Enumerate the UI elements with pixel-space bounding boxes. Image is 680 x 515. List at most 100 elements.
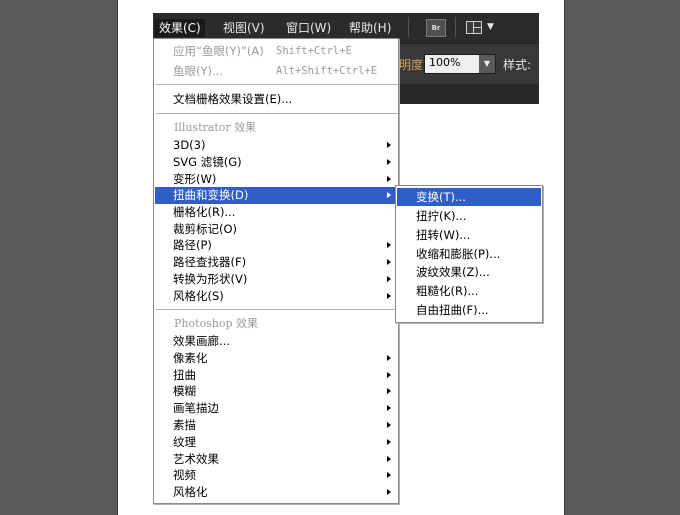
opacity-field[interactable]: 100% ▼ bbox=[424, 54, 496, 74]
menu-item-label: 应用“鱼眼(Y)”(A) bbox=[173, 44, 264, 58]
menu-item-blur[interactable]: 模糊 bbox=[155, 383, 398, 400]
illustrator-effects-header: Illustrator 效果 bbox=[174, 121, 257, 134]
chevron-right-icon bbox=[387, 276, 391, 282]
submenu-item-tweak[interactable]: 扭拧(K)... bbox=[397, 207, 541, 225]
chevron-right-icon bbox=[387, 259, 391, 265]
menu-item-label: 路径查找器(F) bbox=[173, 255, 247, 269]
effect-menu: 应用“鱼眼(Y)”(A) Shift+Ctrl+E 鱼眼(Y)... Alt+S… bbox=[153, 38, 399, 504]
chevron-right-icon bbox=[387, 159, 391, 165]
submenu-item-transform[interactable]: 变换(T)... bbox=[397, 188, 541, 206]
menu-item-last-effect[interactable]: 鱼眼(Y)... Alt+Shift+Ctrl+E bbox=[155, 63, 398, 80]
chevron-right-icon bbox=[387, 422, 391, 428]
menu-item-crop-marks[interactable]: 裁剪标记(O) bbox=[155, 221, 398, 238]
menu-item-rasterize[interactable]: 栅格化(R)... bbox=[155, 204, 398, 221]
menu-item-label: 扭曲和变换(D) bbox=[173, 188, 249, 202]
bridge-button[interactable]: Br bbox=[426, 19, 446, 37]
menu-item-label: 画笔描边 bbox=[173, 401, 219, 415]
submenu-item-free-distort[interactable]: 自由扭曲(F)... bbox=[397, 301, 541, 319]
caret-down-icon[interactable]: ▼ bbox=[487, 22, 494, 32]
menu-item-label: 风格化(S) bbox=[173, 289, 224, 303]
menu-item-label: SVG 滤镜(G) bbox=[173, 155, 242, 169]
menu-item-label: 扭转(W)... bbox=[416, 228, 471, 242]
chevron-right-icon bbox=[387, 372, 391, 378]
menu-item-label: 文档栅格效果设置(E)... bbox=[173, 92, 293, 106]
menu-view[interactable]: 视图(V) bbox=[219, 19, 269, 37]
menu-item-brush-strokes[interactable]: 画笔描边 bbox=[155, 400, 398, 417]
chevron-right-icon bbox=[387, 192, 391, 198]
menu-item-label: 效果画廊... bbox=[173, 334, 230, 348]
chevron-right-icon bbox=[387, 472, 391, 478]
menu-item-label: 变换(T)... bbox=[416, 190, 466, 204]
chevron-right-icon bbox=[387, 142, 391, 148]
menu-item-label: 纹理 bbox=[173, 435, 196, 449]
caret-down-icon[interactable]: ▼ bbox=[479, 55, 495, 73]
menu-item-label: 扭拧(K)... bbox=[416, 209, 467, 223]
distort-transform-submenu: 变换(T)... 扭拧(K)... 扭转(W)... 收缩和膨胀(P)... 波… bbox=[395, 185, 543, 323]
menu-item-pixelate[interactable]: 像素化 bbox=[155, 350, 398, 367]
menu-item-label: 变形(W) bbox=[173, 172, 217, 186]
menu-help[interactable]: 帮助(H) bbox=[345, 19, 395, 37]
menu-item-label: 路径(P) bbox=[173, 238, 212, 252]
menu-item-effect-gallery[interactable]: 效果画廊... bbox=[155, 333, 398, 350]
menu-item-distort[interactable]: 扭曲 bbox=[155, 367, 398, 384]
chevron-right-icon bbox=[387, 439, 391, 445]
menubar-divider bbox=[455, 17, 456, 37]
menu-item-apply-last-effect[interactable]: 应用“鱼眼(Y)”(A) Shift+Ctrl+E bbox=[155, 43, 398, 60]
menu-item-label: 视频 bbox=[173, 468, 196, 482]
menu-item-label: 波纹效果(Z)... bbox=[416, 265, 490, 279]
chevron-right-icon bbox=[387, 489, 391, 495]
menu-item-stylize[interactable]: 风格化(S) bbox=[155, 288, 398, 305]
menu-separator bbox=[156, 84, 398, 85]
menu-item-pathfinder[interactable]: 路径查找器(F) bbox=[155, 254, 398, 271]
menu-item-label: 转换为形状(V) bbox=[173, 272, 248, 286]
menu-item-3d[interactable]: 3D(3) bbox=[155, 137, 398, 154]
menu-item-label: 风格化 bbox=[173, 485, 208, 499]
menu-item-label: 艺术效果 bbox=[173, 452, 219, 466]
menu-item-sketch[interactable]: 素描 bbox=[155, 417, 398, 434]
menu-item-label: 自由扭曲(F)... bbox=[416, 303, 489, 317]
menu-item-label: 收缩和膨胀(P)... bbox=[416, 247, 501, 261]
menu-item-warp[interactable]: 变形(W) bbox=[155, 171, 398, 188]
menu-separator bbox=[156, 113, 398, 114]
menu-item-label: 模糊 bbox=[173, 384, 196, 398]
menu-separator bbox=[156, 309, 398, 310]
chevron-right-icon bbox=[387, 242, 391, 248]
menu-item-stylize-ps[interactable]: 风格化 bbox=[155, 484, 398, 501]
menu-item-convert-to-shape[interactable]: 转换为形状(V) bbox=[155, 271, 398, 288]
submenu-item-pucker-bloat[interactable]: 收缩和膨胀(P)... bbox=[397, 245, 541, 263]
menu-window[interactable]: 窗口(W) bbox=[282, 19, 335, 37]
menu-item-label: 扭曲 bbox=[173, 368, 196, 382]
menu-effect[interactable]: 效果(C) bbox=[155, 19, 205, 37]
menu-item-label: 3D(3) bbox=[173, 138, 206, 152]
menu-item-svg-filters[interactable]: SVG 滤镜(G) bbox=[155, 154, 398, 171]
submenu-item-roughen[interactable]: 粗糙化(R)... bbox=[397, 282, 541, 300]
menu-item-label: 鱼眼(Y)... bbox=[173, 64, 223, 78]
chevron-right-icon bbox=[387, 388, 391, 394]
photoshop-effects-header: Photoshop 效果 bbox=[174, 317, 259, 330]
opacity-value[interactable]: 100% bbox=[429, 56, 460, 69]
opacity-label: 明度 bbox=[399, 58, 424, 72]
menu-item-label: 粗糙化(R)... bbox=[416, 284, 479, 298]
menu-item-texture[interactable]: 纹理 bbox=[155, 434, 398, 451]
style-label: 样式: bbox=[503, 58, 532, 72]
menubar-divider bbox=[408, 17, 409, 37]
chevron-right-icon bbox=[387, 405, 391, 411]
submenu-item-zig-zag[interactable]: 波纹效果(Z)... bbox=[397, 263, 541, 281]
chevron-right-icon bbox=[387, 456, 391, 462]
chevron-right-icon bbox=[387, 176, 391, 182]
menu-item-label: 裁剪标记(O) bbox=[173, 222, 238, 236]
submenu-item-twist[interactable]: 扭转(W)... bbox=[397, 226, 541, 244]
shortcut-label: Shift+Ctrl+E bbox=[276, 45, 352, 57]
menu-item-video[interactable]: 视频 bbox=[155, 467, 398, 484]
menu-item-document-raster-settings[interactable]: 文档栅格效果设置(E)... bbox=[155, 91, 398, 108]
menu-item-label: 栅格化(R)... bbox=[173, 205, 236, 219]
menu-item-label: 素描 bbox=[173, 418, 196, 432]
menu-item-distort-transform[interactable]: 扭曲和变换(D) bbox=[155, 187, 398, 204]
chevron-right-icon bbox=[387, 293, 391, 299]
chevron-right-icon bbox=[387, 355, 391, 361]
shortcut-label: Alt+Shift+Ctrl+E bbox=[276, 65, 378, 77]
menu-item-artistic[interactable]: 艺术效果 bbox=[155, 451, 398, 468]
workspace-layout-icon[interactable] bbox=[466, 21, 482, 34]
menu-item-path[interactable]: 路径(P) bbox=[155, 237, 398, 254]
menu-item-label: 像素化 bbox=[173, 351, 208, 365]
